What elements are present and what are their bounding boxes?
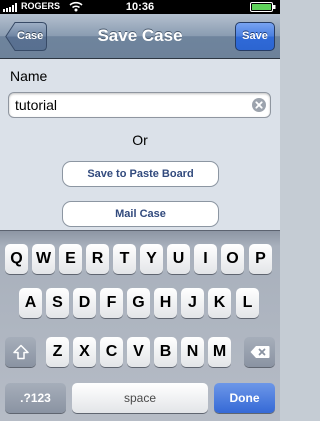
space-key[interactable]: space: [72, 383, 208, 413]
key-x[interactable]: X: [73, 337, 96, 367]
key-e[interactable]: E: [59, 244, 82, 274]
key-n[interactable]: N: [181, 337, 204, 367]
shift-key[interactable]: [5, 337, 36, 367]
key-f[interactable]: F: [100, 288, 123, 318]
key-z[interactable]: Z: [46, 337, 69, 367]
key-u[interactable]: U: [167, 244, 190, 274]
key-t[interactable]: T: [113, 244, 136, 274]
name-label: Name: [10, 68, 48, 84]
shift-icon: [12, 344, 29, 360]
key-d[interactable]: D: [73, 288, 96, 318]
key-s[interactable]: S: [46, 288, 69, 318]
save-button[interactable]: Save: [235, 22, 275, 51]
or-label: Or: [132, 132, 148, 148]
key-m[interactable]: M: [208, 337, 231, 367]
numbers-key[interactable]: .?123: [5, 383, 66, 413]
key-p[interactable]: P: [249, 244, 272, 274]
name-input[interactable]: tutorial: [8, 92, 271, 118]
status-time: 10:36: [125, 1, 155, 13]
keyboard: Q W E R T Y U I O P A S D F G H J K L Z …: [0, 230, 280, 421]
key-c[interactable]: C: [100, 337, 123, 367]
key-g[interactable]: G: [127, 288, 150, 318]
key-r[interactable]: R: [86, 244, 109, 274]
key-w[interactable]: W: [32, 244, 55, 274]
key-y[interactable]: Y: [140, 244, 163, 274]
status-bar: ROGERS 10:36: [0, 0, 280, 14]
save-to-paste-board-button[interactable]: Save to Paste Board: [62, 161, 219, 187]
clear-icon[interactable]: [252, 98, 266, 112]
content-area: Name tutorial Or Save to Paste Board Mai…: [0, 59, 280, 230]
backspace-icon: [250, 346, 269, 358]
battery-icon: [250, 2, 276, 12]
key-q[interactable]: Q: [5, 244, 28, 274]
key-i[interactable]: I: [194, 244, 217, 274]
key-a[interactable]: A: [19, 288, 42, 318]
name-input-value: tutorial: [15, 97, 58, 113]
key-j[interactable]: J: [181, 288, 204, 318]
key-l[interactable]: L: [236, 288, 259, 318]
navigation-bar: Case Save Case Save: [0, 14, 280, 59]
key-k[interactable]: K: [208, 288, 231, 318]
key-o[interactable]: O: [221, 244, 244, 274]
back-button[interactable]: Case: [5, 22, 47, 51]
key-v[interactable]: V: [127, 337, 150, 367]
mail-case-button[interactable]: Mail Case: [62, 201, 219, 227]
key-h[interactable]: H: [154, 288, 177, 318]
page-title: Save Case: [97, 26, 183, 45]
back-button-label: Case: [17, 30, 44, 42]
backspace-key[interactable]: [244, 337, 275, 367]
done-key[interactable]: Done: [214, 383, 275, 413]
key-b[interactable]: B: [154, 337, 177, 367]
